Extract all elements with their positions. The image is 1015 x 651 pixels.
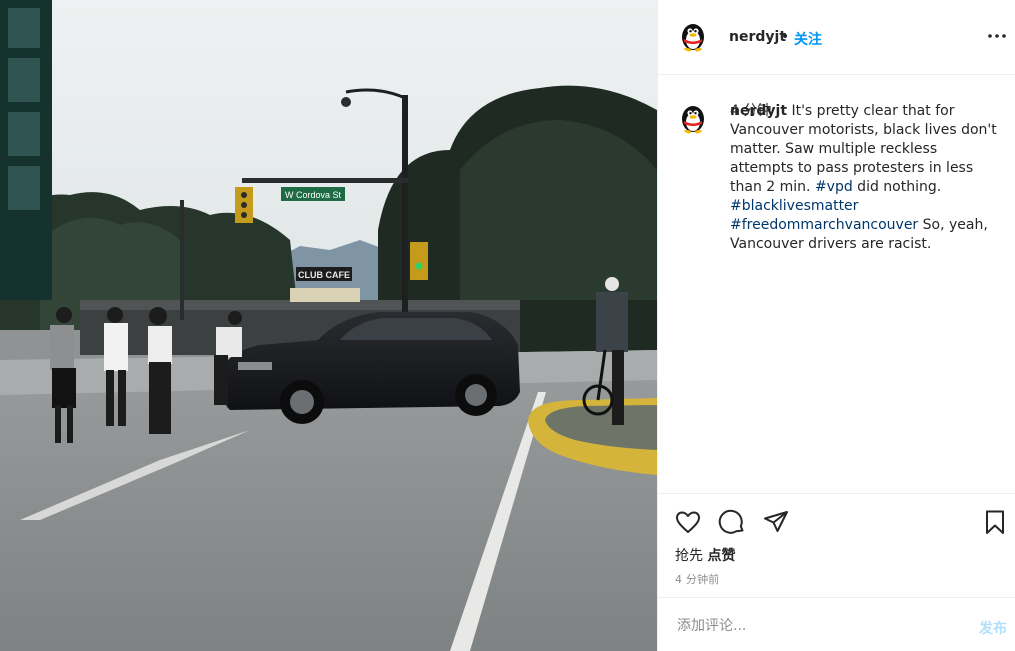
caption-avatar[interactable] xyxy=(676,100,710,134)
post-actions: 抢先 点赞 4 分钟前 xyxy=(658,493,1015,597)
post-header: nerdyjt • 关注 xyxy=(658,0,1015,75)
separator-dot: • xyxy=(781,29,790,45)
likes-prefix: 抢先 xyxy=(675,548,708,564)
street-scene-image: CLUB CAFE W Cordova St xyxy=(0,0,657,651)
post-timestamp[interactable]: 4 分钟前 xyxy=(675,571,720,587)
comment-button[interactable] xyxy=(718,508,746,536)
publish-button[interactable]: 发布 xyxy=(979,618,1007,638)
qq-penguin-avatar-icon xyxy=(682,106,704,134)
author-avatar[interactable] xyxy=(676,18,710,52)
post-photo[interactable]: CLUB CAFE W Cordova St xyxy=(0,0,657,651)
save-button[interactable] xyxy=(981,508,1009,536)
share-button[interactable] xyxy=(762,508,790,536)
bookmark-icon xyxy=(986,510,1004,534)
follow-button[interactable]: 关注 xyxy=(794,29,822,49)
comments-section: nerdyjt It's pretty clear that for Vanco… xyxy=(658,75,1015,493)
post-caption: nerdyjt It's pretty clear that for Vanco… xyxy=(730,102,1002,254)
likes-link[interactable]: 点赞 xyxy=(707,548,735,564)
like-button[interactable] xyxy=(674,508,702,536)
add-comment-form: 发布 xyxy=(658,597,1015,651)
author-username[interactable]: nerdyjt xyxy=(729,29,786,45)
caption-timestamp: 4 分钟 xyxy=(730,103,772,119)
likes-summary: 抢先 点赞 xyxy=(675,545,735,565)
heart-icon xyxy=(676,511,700,533)
qq-penguin-avatar-icon xyxy=(682,24,704,52)
comment-input[interactable] xyxy=(675,612,959,640)
comment-icon xyxy=(718,509,744,534)
street-sign: W Cordova St xyxy=(285,190,342,200)
hashtag-link[interactable]: #vpd xyxy=(815,179,853,195)
caption-text: did nothing. xyxy=(852,179,942,195)
post-side-panel: nerdyjt • 关注 nerdyjt It's pretty clear t… xyxy=(657,0,1015,651)
more-options-button[interactable] xyxy=(987,26,1007,46)
storefront-sign: CLUB CAFE xyxy=(298,270,350,280)
hashtag-link[interactable]: #blacklivesmatter xyxy=(730,198,858,214)
hashtag-link[interactable]: #freedommarchvancouver xyxy=(730,217,918,233)
share-icon xyxy=(764,511,788,532)
instagram-post: CLUB CAFE W Cordova St nerdyjt • 关注 nerd… xyxy=(0,0,1015,651)
more-horizontal-icon xyxy=(988,34,1006,38)
